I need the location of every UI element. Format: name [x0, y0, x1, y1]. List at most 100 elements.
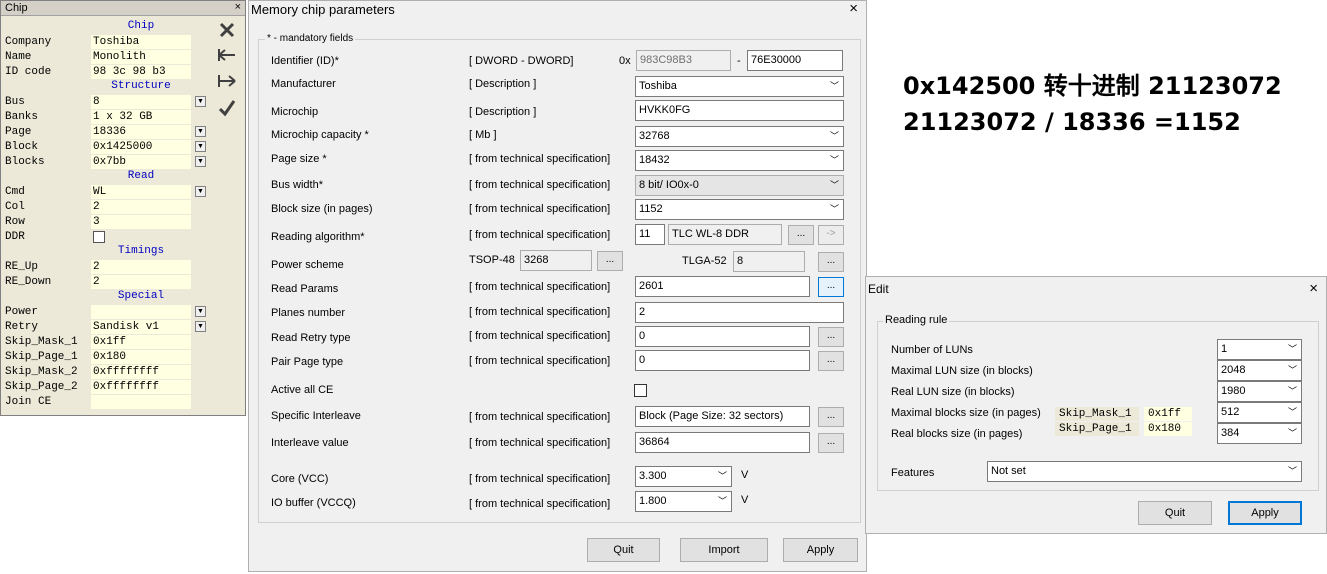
- interleave-value-browse-button[interactable]: ...: [818, 433, 844, 453]
- row-join-ce: Join CE: [1, 395, 211, 410]
- active-all-ce-checkbox[interactable]: [634, 384, 647, 397]
- edit-quit-button[interactable]: Quit: [1138, 501, 1212, 525]
- skip-mask-2-value[interactable]: 0xffffffff: [91, 365, 191, 379]
- identifier-value-2[interactable]: 76E30000: [747, 50, 843, 71]
- core-vcc-select[interactable]: 3.300 ﹀: [635, 466, 732, 487]
- manufacturer-select[interactable]: Toshiba ﹀: [635, 76, 844, 97]
- capacity-label: Microchip capacity *: [271, 129, 369, 141]
- reading-algorithm-label: Reading algorithm*: [271, 231, 365, 243]
- microchip-input[interactable]: HVKK0FG: [635, 100, 844, 121]
- core-vcc-label: Core (VCC): [271, 473, 329, 485]
- identifier-value-1[interactable]: 983C98B3: [636, 50, 731, 71]
- chip-close-icon[interactable]: ×: [235, 1, 241, 13]
- block-size-label: Block size (in pages): [271, 203, 373, 215]
- tlga-browse-button[interactable]: ...: [818, 252, 844, 272]
- reading-algorithm-arrow-button[interactable]: ->: [818, 225, 844, 245]
- page-value[interactable]: 18336: [91, 125, 191, 139]
- power-value[interactable]: [91, 305, 191, 319]
- max-blocks-size-value: 512: [1221, 406, 1240, 418]
- bus-width-select[interactable]: 8 bit/ IO0x-0 ﹀: [635, 175, 844, 196]
- arrow-right-icon[interactable]: [217, 73, 237, 93]
- chip-panel: Chip × Chip Company Toshiba Name Monolith …: [0, 0, 246, 416]
- row-value[interactable]: 3: [91, 215, 191, 229]
- blocks-dropdown-icon[interactable]: ▼: [195, 156, 206, 167]
- mem-quit-button[interactable]: Quit: [587, 538, 660, 562]
- company-value[interactable]: Toshiba: [91, 35, 191, 49]
- block-value[interactable]: 0x1425000: [91, 140, 191, 154]
- read-params-input[interactable]: 2601: [635, 276, 810, 297]
- specific-interleave-browse-button[interactable]: ...: [818, 407, 844, 427]
- tlga-value: 8: [733, 251, 805, 272]
- read-params-label: Read Params: [271, 283, 339, 295]
- features-select[interactable]: Not set ﹀: [987, 461, 1302, 482]
- row-ddr: DDR: [1, 230, 211, 245]
- col-value[interactable]: 2: [91, 200, 191, 214]
- reading-algorithm-number[interactable]: 11: [635, 224, 665, 245]
- core-vcc-value: 3.300: [639, 470, 667, 482]
- reading-algorithm-browse-button[interactable]: ...: [788, 225, 814, 245]
- retry-dropdown-icon[interactable]: ▼: [195, 321, 206, 332]
- capacity-select[interactable]: 32768 ﹀: [635, 126, 844, 147]
- io-buffer-select[interactable]: 1.800 ﹀: [635, 491, 732, 512]
- edit-apply-button[interactable]: Apply: [1228, 501, 1302, 525]
- block-size-value: 1152: [639, 203, 663, 215]
- chevron-down-icon: ﹀: [717, 471, 727, 481]
- skip-mask-1-value[interactable]: 0x1ff: [91, 335, 191, 349]
- join-ce-value[interactable]: [91, 395, 191, 409]
- mem-apply-button[interactable]: Apply: [783, 538, 858, 562]
- number-of-luns-select[interactable]: 1 ﹀: [1217, 339, 1302, 360]
- real-blocks-size-select[interactable]: 384 ﹀: [1217, 423, 1302, 444]
- row-skip-mask-2: Skip_Mask_2 0xffffffff: [1, 365, 211, 380]
- checkmark-icon[interactable]: [217, 99, 237, 119]
- skip-page-2-value[interactable]: 0xffffffff: [91, 380, 191, 394]
- page-dropdown-icon[interactable]: ▼: [195, 126, 206, 137]
- microchip-desc: [ Description ]: [469, 106, 537, 118]
- skip-page-1-value[interactable]: 0x180: [91, 350, 191, 364]
- page-size-select[interactable]: 18432 ﹀: [635, 150, 844, 171]
- power-dropdown-icon[interactable]: ▼: [195, 306, 206, 317]
- bus-dropdown-icon[interactable]: ▼: [195, 96, 206, 107]
- mem-close-icon[interactable]: ×: [849, 0, 858, 17]
- edit-close-icon[interactable]: ×: [1309, 280, 1318, 297]
- read-retry-type-browse-button[interactable]: ...: [818, 327, 844, 347]
- read-retry-type-label: Read Retry type: [271, 332, 351, 344]
- page-size-label: Page size *: [271, 153, 327, 165]
- specific-interleave-input[interactable]: Block (Page Size: 32 sectors): [635, 406, 810, 427]
- mem-import-button[interactable]: Import: [680, 538, 768, 562]
- specific-interleave-desc: [ from technical specification]: [469, 411, 611, 423]
- interleave-value-input[interactable]: 36864: [635, 432, 810, 453]
- section-timings: Timings: [117, 245, 165, 257]
- core-vcc-desc: [ from technical specification]: [469, 473, 611, 485]
- bus-value[interactable]: 8: [91, 95, 191, 109]
- planes-number-input[interactable]: 2: [635, 302, 844, 323]
- real-lun-size-select[interactable]: 1980 ﹀: [1217, 381, 1302, 402]
- note-hex-conversion: 0x142500 转十进制 21123072: [903, 72, 1282, 100]
- close-x-icon[interactable]: [217, 21, 237, 41]
- pair-page-type-browse-button[interactable]: ...: [818, 351, 844, 371]
- blocks-value[interactable]: 0x7bb: [91, 155, 191, 169]
- tsop-browse-button[interactable]: ...: [597, 251, 623, 271]
- read-params-browse-button[interactable]: ...: [818, 277, 844, 297]
- cmd-dropdown-icon[interactable]: ▼: [195, 186, 206, 197]
- note-division: 21123072 / 18336 =1152: [903, 108, 1241, 136]
- re-up-value[interactable]: 2: [91, 260, 191, 274]
- max-lun-size-select[interactable]: 2048 ﹀: [1217, 360, 1302, 381]
- banks-value[interactable]: 1 x 32 GB: [91, 110, 191, 124]
- cmd-value[interactable]: WL: [91, 185, 191, 199]
- ddr-checkbox[interactable]: [93, 231, 105, 243]
- read-retry-type-input[interactable]: 0: [635, 326, 810, 347]
- retry-value[interactable]: Sandisk v1: [91, 320, 191, 334]
- pair-page-type-input[interactable]: 0: [635, 350, 810, 371]
- max-blocks-size-select[interactable]: 512 ﹀: [1217, 402, 1302, 423]
- real-blocks-size-label: Real blocks size (in pages): [891, 428, 1023, 440]
- name-value[interactable]: Monolith: [91, 50, 191, 64]
- max-lun-size-label: Maximal LUN size (in blocks): [891, 365, 1033, 377]
- id-code-value[interactable]: 98 3c 98 b3: [91, 65, 191, 79]
- arrow-left-icon[interactable]: [217, 47, 237, 67]
- block-size-select[interactable]: 1152 ﹀: [635, 199, 844, 220]
- block-dropdown-icon[interactable]: ▼: [195, 141, 206, 152]
- row-re-down: RE_Down 2: [1, 275, 211, 290]
- re-down-value[interactable]: 2: [91, 275, 191, 289]
- chevron-down-icon: ﹀: [1287, 466, 1297, 476]
- row-col: Col 2: [1, 200, 211, 215]
